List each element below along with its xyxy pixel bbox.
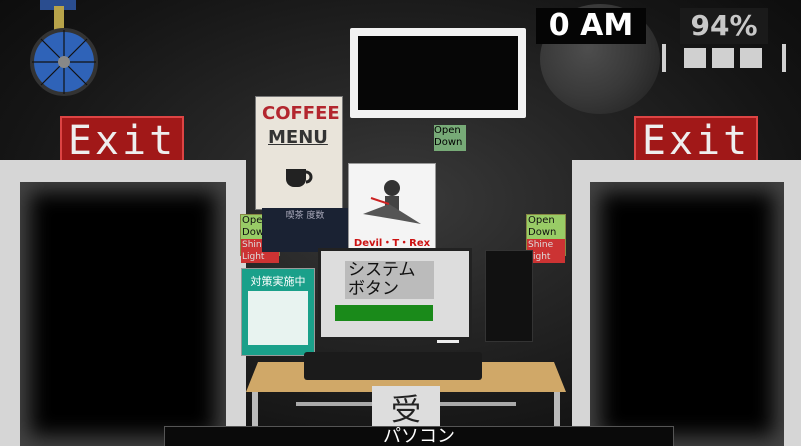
keyboard (304, 352, 482, 380)
pc-monitor: システム ボタン (318, 248, 472, 340)
t-rex-figure-icon (363, 180, 421, 224)
coffee-menu-poster: COFFEE MENU (255, 96, 343, 210)
coffee-menu-label: MENU (268, 127, 328, 148)
power-bar-segment (712, 48, 734, 68)
window-screen (358, 36, 518, 110)
down-label: Down (434, 137, 463, 148)
power-bar-segment (684, 48, 706, 68)
devil-title: Devil・T・Rex (353, 238, 431, 249)
exit-sign-left: Exit (60, 116, 184, 166)
window-monitor[interactable] (350, 28, 526, 118)
center-door-control[interactable]: Open Down (434, 125, 466, 151)
system-button-label: システム ボタン (345, 261, 434, 299)
game-scene: 0 AM 94% Exit Exit Open Down Open Down S… (0, 0, 801, 446)
left-door[interactable] (0, 160, 246, 446)
coffee-caption: 喫茶 度数 (262, 208, 348, 252)
right-doorway (590, 182, 784, 446)
desk-fan-icon[interactable] (22, 0, 122, 106)
right-door[interactable] (572, 160, 801, 446)
down-button[interactable]: Down (527, 227, 565, 239)
notice-icons (248, 291, 308, 345)
notice-poster: 対策実施中 (241, 268, 315, 356)
pc-toggle-bar[interactable]: パソコン (164, 426, 674, 446)
coffee-cup-icon (286, 169, 313, 187)
left-doorway (20, 182, 226, 446)
time-display: 0 AM (536, 8, 646, 44)
coffee-title: COFFEE (262, 103, 340, 124)
open-label: Open (434, 125, 461, 136)
open-button[interactable]: Open (527, 215, 565, 227)
pc-tower (485, 250, 533, 342)
power-percentage: 94% (680, 8, 768, 44)
power-usage-bars (660, 42, 788, 72)
devil-t-rex-poster: Devil・T・Rex (348, 163, 436, 250)
notice-title: 対策実施中 (250, 275, 306, 288)
exit-sign-right: Exit (634, 116, 758, 166)
light-button[interactable]: Light (241, 251, 279, 263)
power-bar-right-cap (782, 44, 786, 72)
power-bar-left-cap (662, 44, 666, 72)
system-button[interactable] (335, 305, 433, 321)
power-bar-segment (740, 48, 762, 68)
